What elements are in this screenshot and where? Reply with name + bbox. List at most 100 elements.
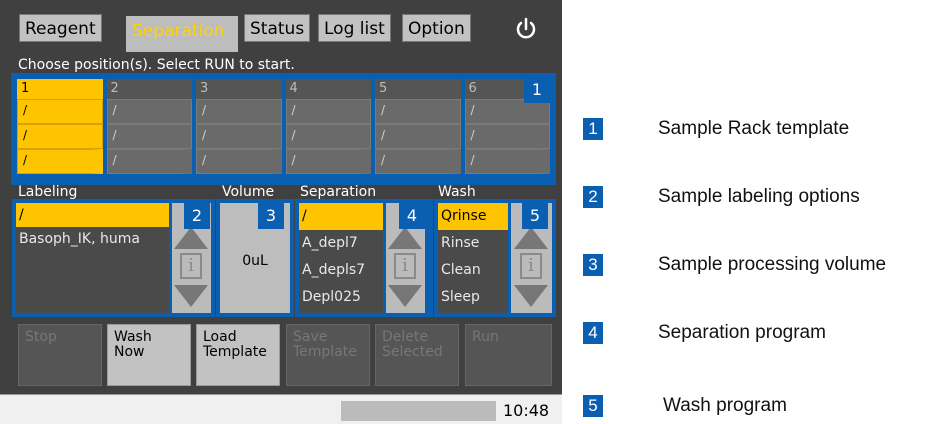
- separation-option[interactable]: /: [299, 203, 383, 230]
- volume-value: 0uL: [242, 253, 268, 269]
- callout-4: 4: [399, 203, 425, 229]
- scroll-down-icon[interactable]: [388, 285, 422, 307]
- rack-column[interactable]: 5// /: [375, 79, 461, 179]
- scroll-down-icon[interactable]: [514, 285, 548, 307]
- separation-list[interactable]: / A_depl7 A_depls7 Depl025: [299, 203, 383, 313]
- rack-position[interactable]: /: [17, 124, 103, 149]
- rack-position[interactable]: /: [106, 99, 192, 124]
- legend-number: 2: [583, 186, 603, 208]
- rack-column[interactable]: 4// /: [285, 79, 371, 179]
- instruction-text: Choose position(s). Select RUN to start.: [18, 57, 295, 73]
- volume-panel: 0uL 3: [216, 199, 294, 317]
- scroll-up-icon[interactable]: [174, 227, 208, 249]
- tab-separation[interactable]: Separation: [126, 16, 238, 52]
- rack-position[interactable]: /: [196, 99, 282, 124]
- wash-label: Wash: [438, 184, 476, 200]
- legend-text: Separation program: [658, 322, 826, 343]
- callout-1: 1: [524, 77, 550, 103]
- button-label: Stop: [25, 329, 57, 345]
- wash-option[interactable]: Qrinse: [438, 203, 508, 230]
- wash-option[interactable]: Sleep: [438, 284, 508, 311]
- tab-option[interactable]: Option: [402, 14, 471, 42]
- labeling-list[interactable]: / Basoph_IK, huma: [16, 203, 169, 313]
- separation-option[interactable]: Depl025: [299, 284, 383, 311]
- separation-label: Separation: [300, 184, 377, 200]
- rack-column-header[interactable]: 5: [375, 79, 461, 99]
- rack-column-header[interactable]: 2: [106, 79, 192, 99]
- wash-option[interactable]: Rinse: [438, 230, 508, 257]
- device-screen: Reagent Separation Status Log list Optio…: [0, 0, 562, 424]
- rack-position[interactable]: /: [285, 99, 371, 124]
- stop-button[interactable]: Stop: [18, 324, 102, 386]
- button-label: Now: [114, 344, 145, 360]
- legend-number: 1: [583, 118, 603, 140]
- rack-column-header[interactable]: 4: [285, 79, 371, 99]
- volume-label: Volume: [222, 184, 275, 200]
- legend-text: Sample labeling options: [658, 186, 860, 207]
- legend-number: 3: [583, 254, 603, 276]
- progress-bar: [341, 401, 496, 421]
- info-icon[interactable]: i: [180, 253, 202, 279]
- callout-3: 3: [258, 203, 284, 229]
- sample-rack: 1///2///3///4///5///6/// 1: [11, 73, 556, 185]
- save-template-button[interactable]: Save Template: [286, 324, 370, 386]
- info-icon[interactable]: i: [520, 253, 542, 279]
- legend-text: Sample Rack template: [658, 118, 850, 139]
- labeling-label: Labeling: [18, 184, 78, 200]
- rack-position[interactable]: /: [17, 99, 103, 124]
- legend-text: Wash program: [663, 395, 787, 416]
- scroll-up-icon[interactable]: [388, 227, 422, 249]
- run-button[interactable]: Run: [465, 324, 552, 386]
- separation-option[interactable]: A_depl7: [299, 230, 383, 257]
- button-label: Delete: [382, 329, 428, 345]
- rack-position[interactable]: /: [196, 124, 282, 149]
- rack-position[interactable]: /: [285, 149, 371, 174]
- wash-list[interactable]: Qrinse Rinse Clean Sleep: [438, 203, 508, 313]
- button-label: Selected: [382, 344, 443, 360]
- rack-column[interactable]: 3// /: [196, 79, 282, 179]
- rack-position[interactable]: /: [464, 149, 550, 174]
- rack-grid: 1///2///3///4///5///6// /: [17, 79, 550, 179]
- rack-column-header[interactable]: 1: [17, 79, 103, 99]
- scroll-up-icon[interactable]: [514, 227, 548, 249]
- rack-column[interactable]: 1// /: [17, 79, 103, 179]
- rack-position[interactable]: /: [106, 124, 192, 149]
- wash-option[interactable]: Clean: [438, 257, 508, 284]
- rack-column[interactable]: 2// /: [106, 79, 192, 179]
- rack-column-header[interactable]: 3: [196, 79, 282, 99]
- separation-panel: / A_depl7 A_depls7 Depl025 i 4: [295, 199, 433, 317]
- legend-number: 5: [583, 395, 603, 417]
- button-label: Save: [293, 329, 328, 345]
- scroll-down-icon[interactable]: [174, 285, 208, 307]
- tab-status[interactable]: Status: [244, 14, 311, 42]
- tab-reagent[interactable]: Reagent: [19, 14, 102, 42]
- rack-position[interactable]: /: [106, 149, 192, 174]
- rack-position[interactable]: /: [375, 99, 461, 124]
- button-label: Template: [293, 344, 357, 360]
- labeling-panel: / Basoph_IK, huma i 2: [12, 199, 215, 317]
- rack-position[interactable]: /: [17, 149, 103, 174]
- legend-number: 4: [583, 322, 603, 344]
- delete-selected-button[interactable]: Delete Selected: [375, 324, 459, 386]
- button-label: Load: [203, 329, 237, 345]
- button-label: Run: [472, 329, 499, 345]
- info-icon[interactable]: i: [394, 253, 416, 279]
- power-icon[interactable]: [512, 15, 540, 43]
- rack-position[interactable]: /: [375, 124, 461, 149]
- legend-text: Sample processing volume: [658, 254, 887, 275]
- tab-log-list[interactable]: Log list: [318, 14, 391, 42]
- rack-position[interactable]: /: [464, 124, 550, 149]
- labeling-option[interactable]: /: [16, 203, 169, 227]
- separation-option[interactable]: A_depls7: [299, 257, 383, 284]
- load-template-button[interactable]: Load Template: [196, 324, 280, 386]
- callout-5: 5: [522, 203, 548, 229]
- labeling-option[interactable]: Basoph_IK, huma: [16, 227, 169, 251]
- clock-display: 10:48: [503, 401, 550, 420]
- rack-position[interactable]: /: [375, 149, 461, 174]
- callout-2: 2: [184, 203, 210, 229]
- rack-position[interactable]: /: [285, 124, 371, 149]
- wash-panel: Qrinse Rinse Clean Sleep i 5: [434, 199, 556, 317]
- rack-position[interactable]: /: [196, 149, 282, 174]
- button-label: Wash: [114, 329, 152, 345]
- wash-now-button[interactable]: Wash Now: [107, 324, 191, 386]
